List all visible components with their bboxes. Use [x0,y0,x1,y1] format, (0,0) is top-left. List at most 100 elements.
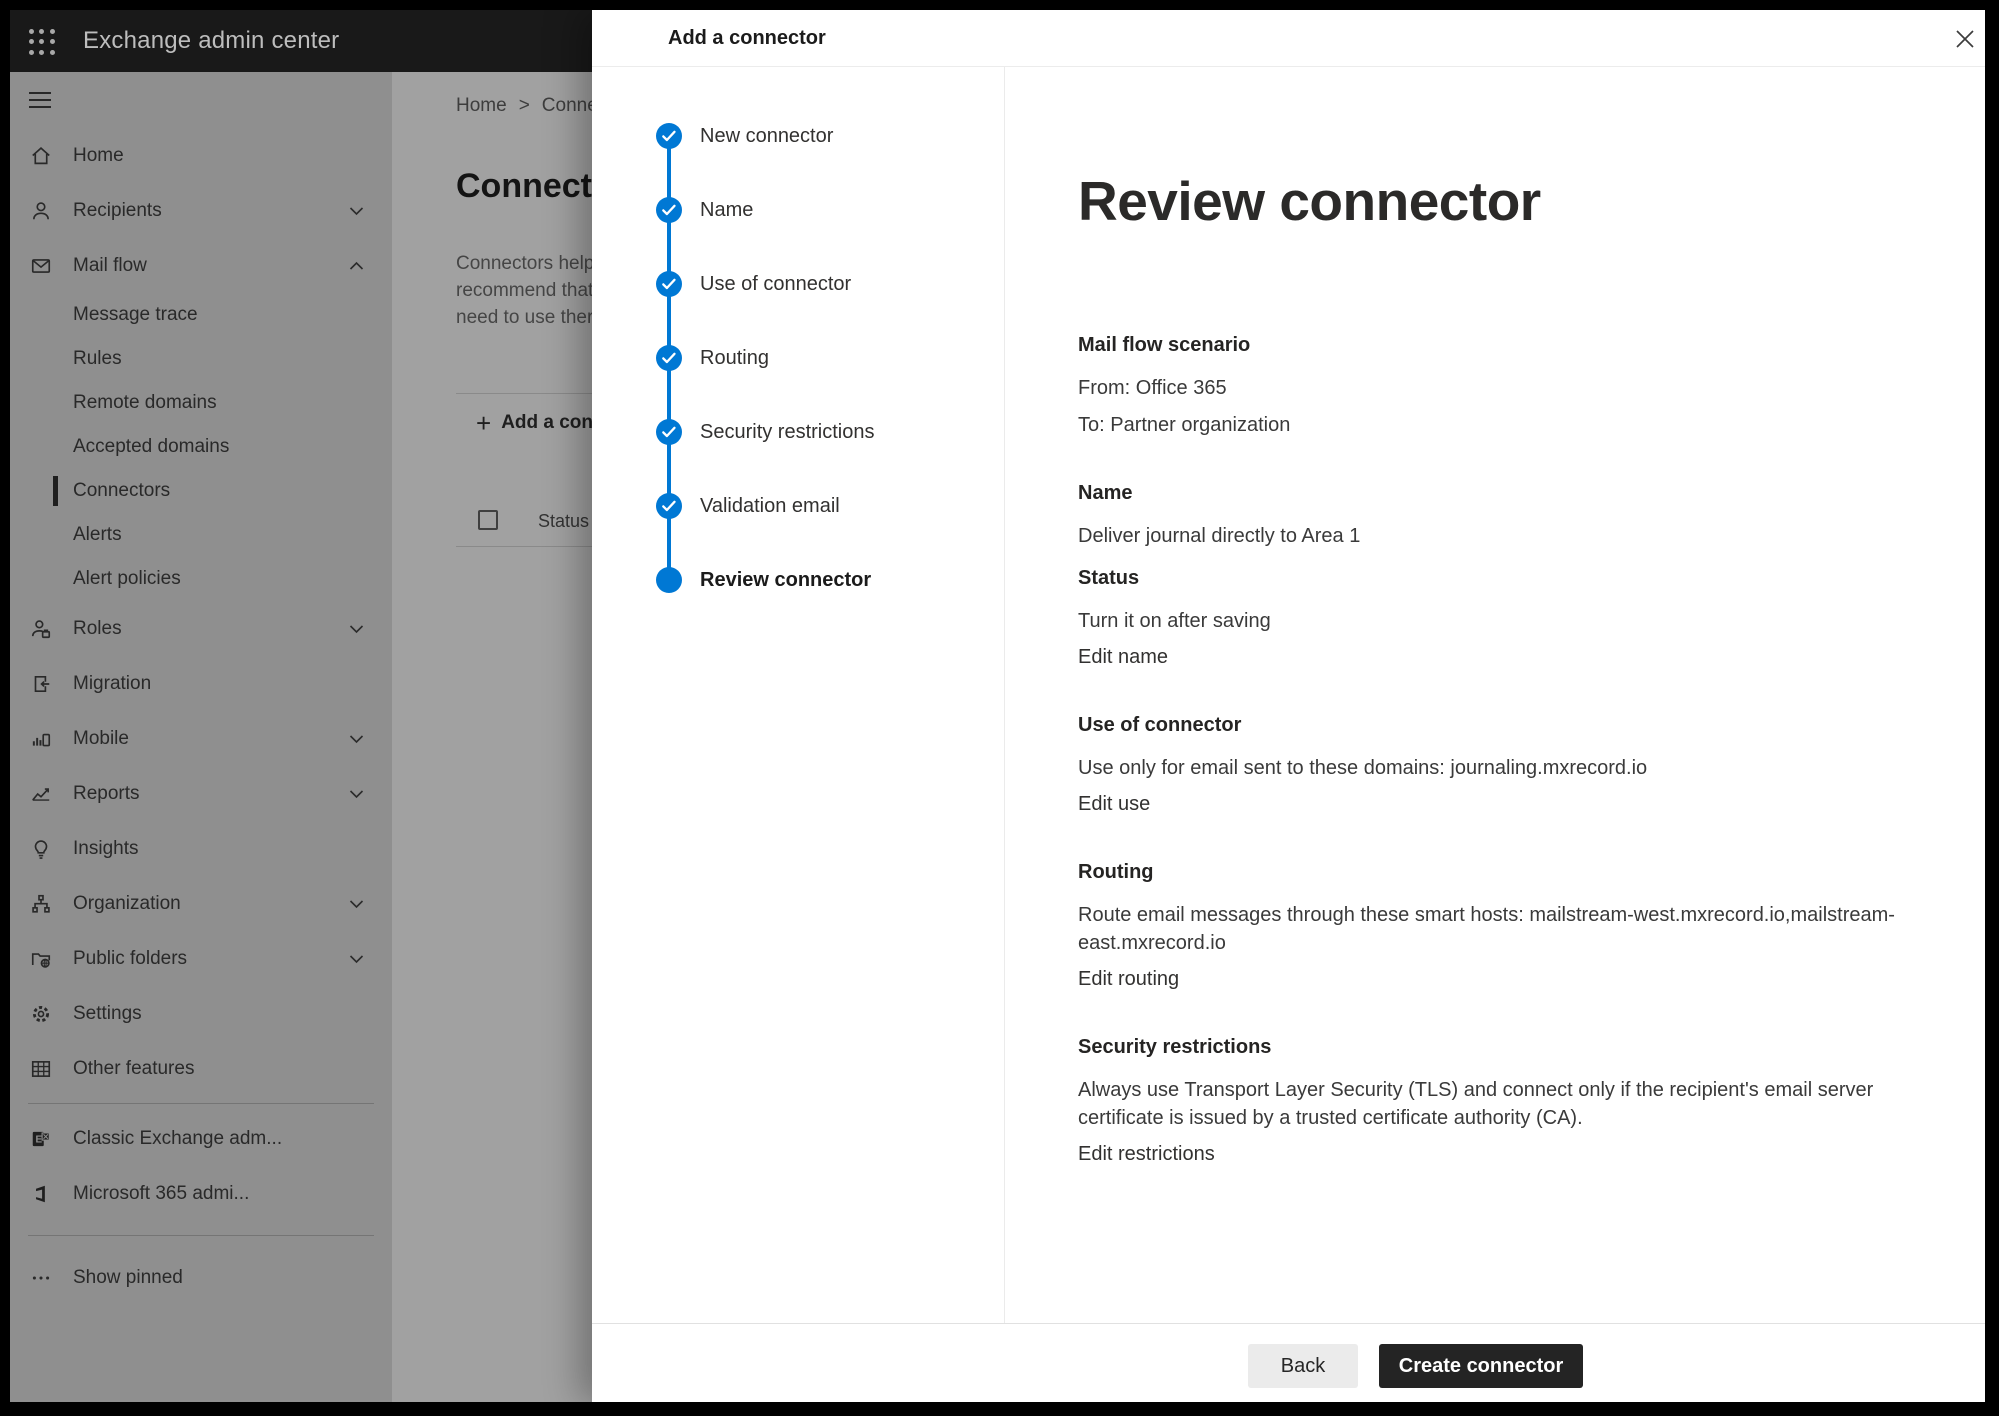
mail-icon [28,255,53,277]
sidebar-item-mobile[interactable]: Mobile [10,711,392,766]
sidebar-item-reports[interactable]: Reports [10,766,392,821]
hamburger-menu-icon[interactable] [10,72,392,128]
security-value: Always use Transport Layer Security (TLS… [1078,1076,1898,1132]
sidebar-item-alert-policies[interactable]: Alert policies [10,557,392,601]
sidebar-item-message-trace[interactable]: Message trace [10,293,392,337]
wizard-step-use-of-connector[interactable]: Use of connector [656,271,851,297]
step-complete-icon [656,123,682,149]
edit-use-link[interactable]: Edit use [1078,790,1150,818]
status-column-header: Status [538,511,589,532]
review-content: Review connector Mail flow scenario From… [1078,168,1898,1168]
name-value: Deliver journal directly to Area 1 [1078,522,1898,550]
status-value: Turn it on after saving [1078,607,1898,635]
sidebar-item-other-features[interactable]: Other features [10,1041,392,1096]
use-value: Use only for email sent to these domains… [1078,754,1898,782]
breadcrumb-separator: > [519,95,530,117]
add-connector-dialog: Add a connector New connector Name Use o… [592,10,1985,1402]
mail-flow-from: From: Office 365 [1078,374,1898,402]
sidebar-divider [28,1235,374,1236]
sidebar-item-organization[interactable]: Organization [10,876,392,931]
sidebar-item-public-folders[interactable]: Public folders [10,931,392,986]
gear-icon [28,1003,53,1025]
sidebar-item-insights[interactable]: Insights [10,821,392,876]
step-complete-icon [656,271,682,297]
exchange-logo-icon: E [28,1128,53,1150]
back-button[interactable]: Back [1248,1344,1358,1388]
wizard-step-name[interactable]: Name [656,197,753,223]
app-title: Exchange admin center [83,10,339,72]
svg-text:E: E [35,1134,42,1145]
sidebar-item-remote-domains[interactable]: Remote domains [10,381,392,425]
lightbulb-icon [28,838,53,860]
sidebar-item-home[interactable]: Home [10,128,392,183]
app-launcher-waffle-icon[interactable] [26,26,58,58]
mail-flow-to: To: Partner organization [1078,411,1898,439]
sidebar-item-classic-exchange-admin[interactable]: E Classic Exchange adm... [10,1111,392,1166]
step-complete-icon [656,197,682,223]
sidebar-item-mail-flow[interactable]: Mail flow [10,238,392,293]
section-heading-name: Name [1078,479,1898,507]
step-current-icon [656,567,682,593]
select-all-checkbox[interactable] [478,510,498,530]
home-icon [28,145,53,167]
wizard-step-review-connector[interactable]: Review connector [656,567,871,593]
chevron-down-icon [349,954,364,963]
office-logo-icon [28,1183,53,1205]
person-icon [28,200,53,222]
edit-routing-link[interactable]: Edit routing [1078,965,1179,993]
sidebar-item-migration[interactable]: Migration [10,656,392,711]
sidebar-item-settings[interactable]: Settings [10,986,392,1041]
migration-icon [28,673,53,695]
sidebar-item-recipients[interactable]: Recipients [10,183,392,238]
wizard-step-security-restrictions[interactable]: Security restrictions [656,419,875,445]
grid-table-icon [28,1058,53,1080]
sidebar-divider [28,1103,374,1104]
wizard-step-new-connector[interactable]: New connector [656,123,833,149]
sidebar-item-microsoft-365-admin[interactable]: Microsoft 365 admi... [10,1166,392,1221]
breadcrumb-home-link[interactable]: Home [456,95,507,117]
dialog-footer: Back Create connector [592,1323,1985,1402]
review-heading: Review connector [1078,168,1898,234]
wizard-step-routing[interactable]: Routing [656,345,769,371]
edit-name-link[interactable]: Edit name [1078,643,1168,671]
chevron-down-icon [349,734,364,743]
step-complete-icon [656,493,682,519]
edit-restrictions-link[interactable]: Edit restrictions [1078,1140,1215,1168]
chevron-down-icon [349,789,364,798]
routing-value: Route email messages through these smart… [1078,901,1898,957]
dialog-header: Add a connector [592,10,1985,67]
step-complete-icon [656,419,682,445]
sidebar-item-label: Home [73,145,124,167]
steps-divider [1004,67,1005,1323]
close-icon[interactable] [1952,26,1978,52]
create-connector-button[interactable]: Create connector [1379,1344,1583,1388]
sidebar-item-label: Mail flow [73,255,147,277]
wizard-step-validation-email[interactable]: Validation email [656,493,840,519]
selected-indicator [53,476,58,506]
chevron-down-icon [349,899,364,908]
page-description: Connectors help recommend that need to u… [456,250,594,331]
step-complete-icon [656,345,682,371]
section-heading-use-of-connector: Use of connector [1078,711,1898,739]
sidebar-item-alerts[interactable]: Alerts [10,513,392,557]
sidebar-item-show-pinned[interactable]: Show pinned [10,1250,392,1305]
sidebar-item-accepted-domains[interactable]: Accepted domains [10,425,392,469]
ellipsis-icon [28,1267,53,1289]
sidebar-item-rules[interactable]: Rules [10,337,392,381]
dialog-title: Add a connector [668,10,826,67]
sidebar-item-label: Recipients [73,200,162,222]
section-heading-security-restrictions: Security restrictions [1078,1033,1898,1061]
mobile-icon [28,728,53,750]
screen-frame: Exchange admin center Home Recipients Ma… [10,10,1985,1402]
section-heading-routing: Routing [1078,858,1898,886]
chevron-down-icon [349,206,364,215]
sidebar-item-connectors[interactable]: Connectors [10,469,392,513]
sidebar-item-roles[interactable]: Roles [10,601,392,656]
sidebar: Home Recipients Mail flow Message trace … [10,72,392,1402]
roles-icon [28,618,53,640]
folder-globe-icon [28,948,53,970]
chevron-up-icon [349,261,364,270]
org-tree-icon [28,893,53,915]
chevron-down-icon [349,624,364,633]
section-heading-mail-flow-scenario: Mail flow scenario [1078,331,1898,359]
